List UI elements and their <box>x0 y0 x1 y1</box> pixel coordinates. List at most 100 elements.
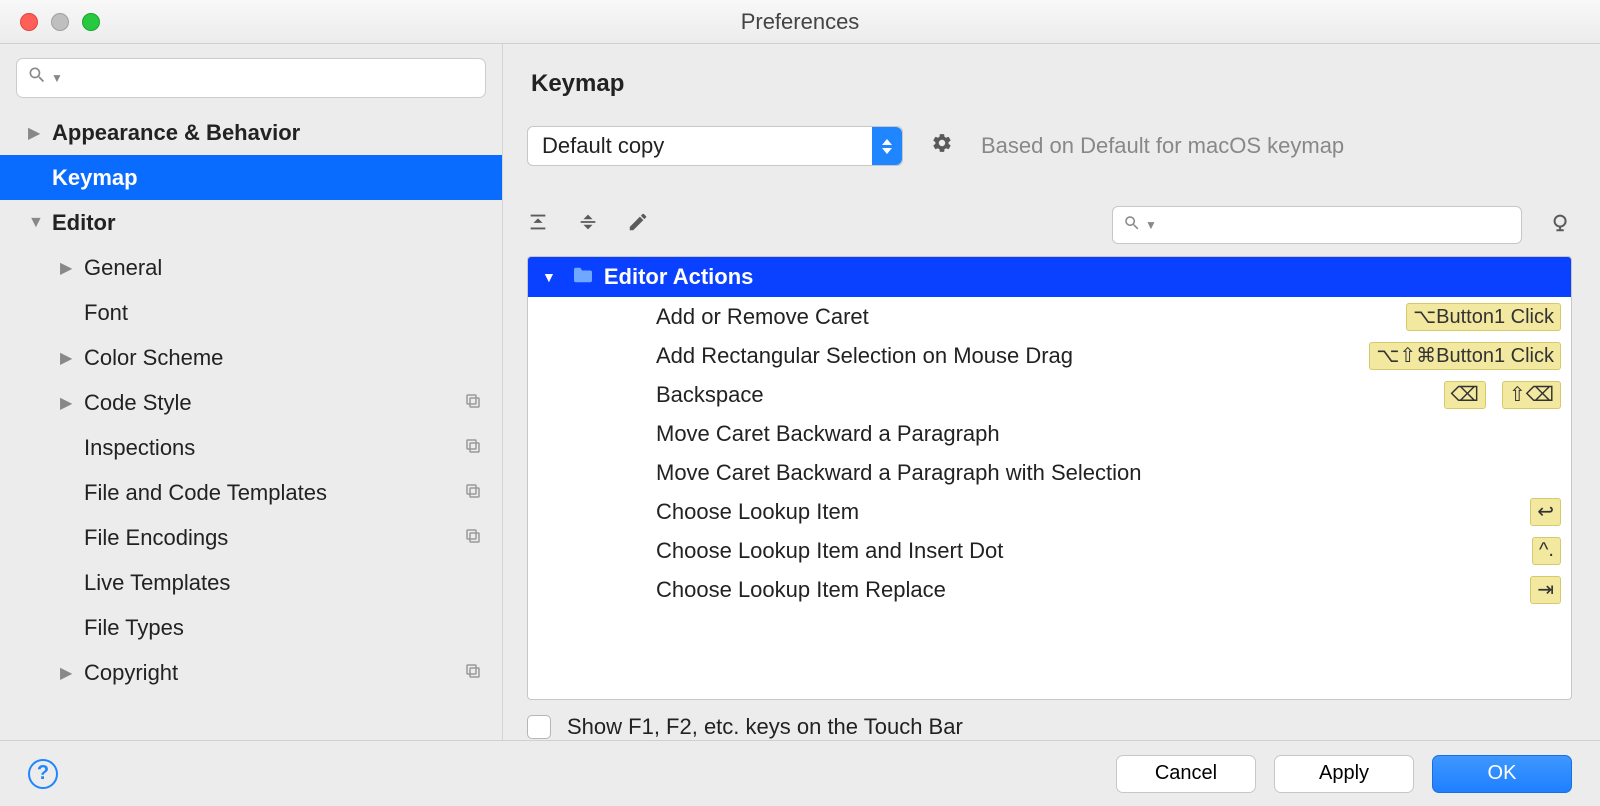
sidebar-item[interactable]: File and Code Templates <box>0 470 502 515</box>
content-panel: Keymap Default copy Based on Default for… <box>503 44 1600 740</box>
sidebar-search[interactable]: ▼ <box>16 58 486 98</box>
scheme-icon <box>464 480 482 506</box>
scheme-icon <box>464 525 482 551</box>
sidebar-item[interactable]: Inspections <box>0 425 502 470</box>
chevron-down-icon: ▼ <box>51 71 63 85</box>
chevron-right-icon: ▶ <box>60 258 76 278</box>
page-title: Keymap <box>531 70 1572 98</box>
action-search[interactable]: ▼ <box>1112 206 1522 244</box>
action-group-header[interactable]: ▼ Editor Actions <box>528 257 1571 297</box>
shortcut-chip: ^. <box>1532 537 1561 565</box>
scheme-icon <box>464 390 482 416</box>
sidebar: ▼ ▶ Appearance & Behavior Keymap ▼ Editor ▶ Ge… <box>0 44 503 740</box>
action-row[interactable]: Choose Lookup Item and Insert Dot ^. <box>528 531 1571 570</box>
action-name: Choose Lookup Item Replace <box>656 577 946 603</box>
collapse-all-icon[interactable] <box>577 211 599 239</box>
traffic-lights <box>20 13 100 31</box>
action-group-label: Editor Actions <box>604 264 754 290</box>
based-on-text: Based on Default for macOS keymap <box>981 133 1344 159</box>
action-name: Add or Remove Caret <box>656 304 869 330</box>
action-row[interactable]: Choose Lookup Item ↩ <box>528 492 1571 531</box>
help-icon[interactable]: ? <box>28 759 58 789</box>
sidebar-item-label: File and Code Templates <box>84 480 327 506</box>
chevron-right-icon: ▶ <box>28 123 44 143</box>
shortcut-chip: ⌥Button1 Click <box>1406 303 1561 331</box>
action-name: Move Caret Backward a Paragraph <box>656 421 1000 447</box>
action-row[interactable]: Choose Lookup Item Replace ⇥ <box>528 570 1571 609</box>
sidebar-item-label: Copyright <box>84 660 178 686</box>
sidebar-item[interactable]: File Types <box>0 605 502 650</box>
apply-button[interactable]: Apply <box>1274 755 1414 793</box>
dropdown-stepper-icon <box>872 127 902 165</box>
chevron-down-icon: ▼ <box>542 269 556 285</box>
action-name: Move Caret Backward a Paragraph with Sel… <box>656 460 1141 486</box>
action-name: Choose Lookup Item and Insert Dot <box>656 538 1003 564</box>
shortcut-chip: ⇧⌫ <box>1502 381 1561 409</box>
shortcut-list: ⌥⇧⌘Button1 Click <box>1369 342 1561 370</box>
action-row[interactable]: Backspace ⌫⇧⌫ <box>528 375 1571 414</box>
sidebar-item[interactable]: Font <box>0 290 502 335</box>
window-close-button[interactable] <box>20 13 38 31</box>
action-row[interactable]: Add Rectangular Selection on Mouse Drag⌥… <box>528 336 1571 375</box>
expand-all-icon[interactable] <box>527 211 549 239</box>
keymap-dropdown-value: Default copy <box>542 133 664 159</box>
chevron-down-icon: ▼ <box>1145 218 1157 232</box>
sidebar-search-input[interactable] <box>69 67 475 90</box>
sidebar-item[interactable]: Keymap <box>0 155 502 200</box>
chevron-right-icon: ▶ <box>60 663 76 683</box>
shortcut-list: ⇥ <box>1530 576 1561 604</box>
checkbox[interactable] <box>527 715 551 739</box>
sidebar-item-label: Code Style <box>84 390 192 416</box>
action-row[interactable]: Move Caret Backward a Paragraph with Sel… <box>528 453 1571 492</box>
shortcut-list: ^. <box>1532 537 1561 565</box>
sidebar-item-label: File Encodings <box>84 525 228 551</box>
sidebar-item-label: File Types <box>84 615 184 641</box>
titlebar: Preferences <box>0 0 1600 44</box>
shortcut-list: ⌥Button1 Click <box>1406 303 1561 331</box>
gear-icon[interactable] <box>931 132 953 160</box>
shortcut-chip: ↩ <box>1530 498 1561 526</box>
sidebar-item[interactable]: ▶ Color Scheme <box>0 335 502 380</box>
sidebar-item-label: Appearance & Behavior <box>52 120 300 146</box>
sidebar-item[interactable]: ▶ Copyright <box>0 650 502 695</box>
sidebar-item-label: Editor <box>52 210 116 236</box>
scheme-icon <box>464 660 482 686</box>
sidebar-item[interactable]: File Encodings <box>0 515 502 560</box>
chevron-right-icon: ▶ <box>60 348 76 368</box>
sidebar-item[interactable]: ▶ General <box>0 245 502 290</box>
shortcut-list: ⌫⇧⌫ <box>1444 381 1561 409</box>
sidebar-item-label: General <box>84 255 162 281</box>
sidebar-item[interactable]: Live Templates <box>0 560 502 605</box>
sidebar-item[interactable]: ▶Code Style <box>0 380 502 425</box>
sidebar-item-label: Live Templates <box>84 570 230 596</box>
window-title: Preferences <box>0 9 1600 35</box>
shortcut-chip: ⌥⇧⌘Button1 Click <box>1369 342 1561 370</box>
window-maximize-button[interactable] <box>82 13 100 31</box>
sidebar-item[interactable]: ▶ Appearance & Behavior <box>0 110 502 155</box>
keymap-dropdown[interactable]: Default copy <box>527 126 903 166</box>
sidebar-item-label: Inspections <box>84 435 195 461</box>
find-shortcut-icon[interactable] <box>1550 211 1572 239</box>
edit-icon[interactable] <box>627 211 649 239</box>
action-search-input[interactable] <box>1163 214 1511 237</box>
footer: ? Cancel Apply OK <box>0 740 1600 806</box>
search-icon <box>1123 212 1141 238</box>
window-minimize-button[interactable] <box>51 13 69 31</box>
action-list: ▼ Editor Actions Add or Remove Caret ⌥But… <box>527 256 1572 700</box>
settings-tree: ▶ Appearance & Behavior Keymap ▼ Editor ▶ Gene… <box>0 110 502 740</box>
touchbar-checkbox-row[interactable]: Show F1, F2, etc. keys on the Touch Bar <box>527 714 1572 740</box>
sidebar-item-label: Color Scheme <box>84 345 223 371</box>
cancel-button[interactable]: Cancel <box>1116 755 1256 793</box>
scheme-icon <box>464 435 482 461</box>
shortcut-list: ↩ <box>1530 498 1561 526</box>
sidebar-item[interactable]: ▼ Editor <box>0 200 502 245</box>
action-name: Choose Lookup Item <box>656 499 859 525</box>
ok-button[interactable]: OK <box>1432 755 1572 793</box>
checkbox-label: Show F1, F2, etc. keys on the Touch Bar <box>567 714 963 740</box>
action-name: Backspace <box>656 382 764 408</box>
shortcut-chip: ⇥ <box>1530 576 1561 604</box>
sidebar-item-label: Keymap <box>52 165 138 191</box>
action-row[interactable]: Add or Remove Caret ⌥Button1 Click <box>528 297 1571 336</box>
action-row[interactable]: Move Caret Backward a Paragraph <box>528 414 1571 453</box>
chevron-down-icon: ▼ <box>28 214 44 232</box>
